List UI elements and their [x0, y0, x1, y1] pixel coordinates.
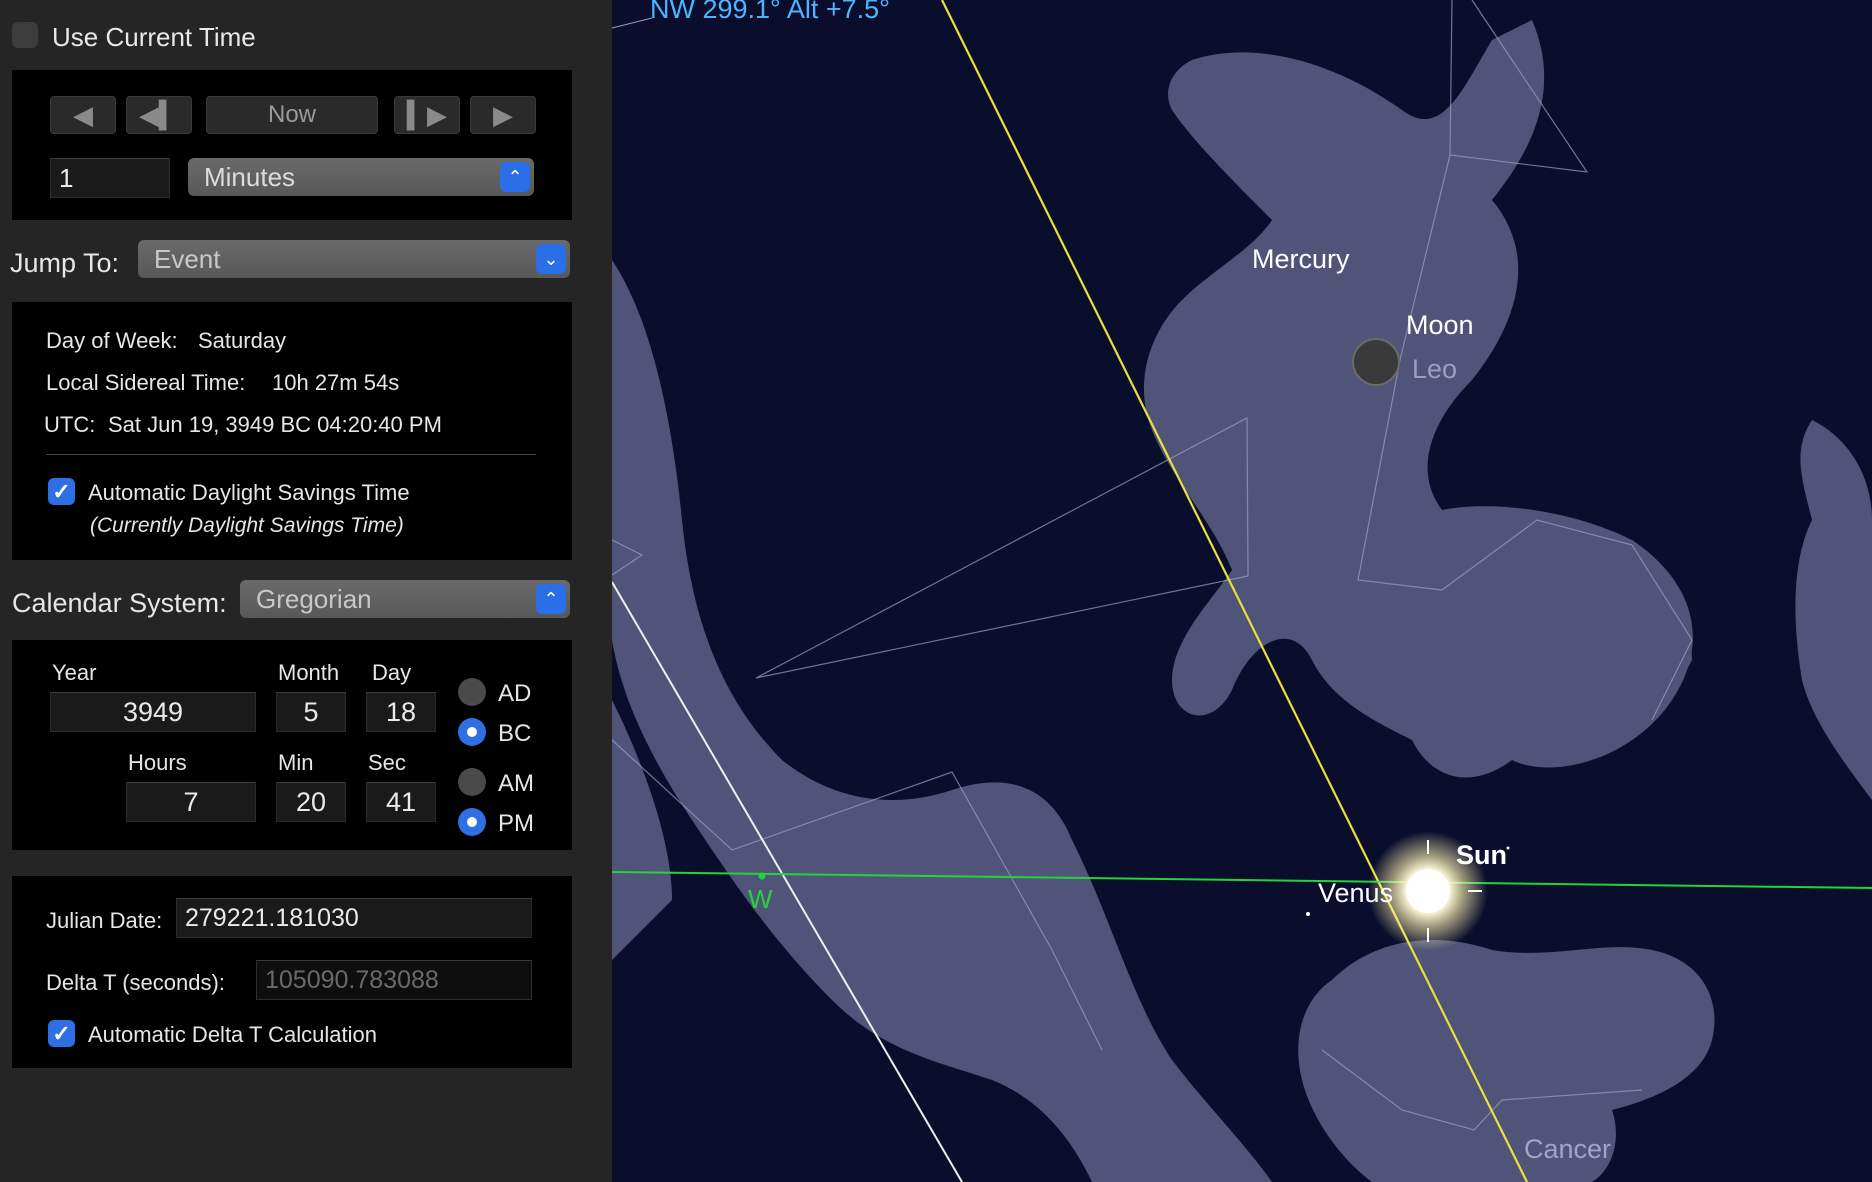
checkmark-icon: ✓ — [52, 478, 71, 504]
now-button-label: Now — [267, 101, 316, 128]
use-current-time-checkbox[interactable] — [12, 22, 38, 48]
step-back-button[interactable]: ◀▍ — [126, 96, 192, 134]
mercury-label[interactable]: Mercury — [1252, 244, 1350, 275]
constellation-art — [612, 20, 1872, 1182]
day-label: Day — [372, 660, 412, 685]
step-forward-icon: ▍▶ — [407, 99, 447, 130]
leo-label[interactable]: Leo — [1412, 354, 1457, 385]
moon-disc[interactable] — [1352, 338, 1400, 386]
min-label: Min — [278, 750, 314, 775]
sun-label[interactable]: Sun — [1456, 840, 1507, 871]
calendar-system-label: Calendar System: — [12, 588, 227, 618]
auto-delta-t-label: Automatic Delta T Calculation — [88, 1022, 377, 1047]
sky-view[interactable]: NW 299.1° Alt +7.5° Mercury Moon Leo Sun… — [612, 0, 1872, 1182]
jump-to-label: Jump To: — [10, 248, 120, 278]
use-current-time-label: Use Current Time — [52, 22, 256, 52]
venus-dot[interactable] — [1306, 912, 1310, 916]
am-label: AM — [498, 770, 534, 797]
day-input[interactable]: 18 — [366, 692, 436, 732]
auto-delta-t-checkbox[interactable]: ✓ — [48, 1020, 75, 1047]
west-marker — [758, 872, 766, 880]
sun-disc[interactable] — [1406, 869, 1450, 913]
jump-to-value: Event — [154, 243, 221, 274]
am-radio[interactable] — [458, 768, 486, 796]
julian-date-input[interactable]: 279221.181030 — [176, 898, 532, 938]
datetime-box: Year Month Day 3949 5 18 AD BC Hours Min… — [12, 640, 572, 850]
time-info-box: Day of Week: Saturday Local Sidereal Tim… — [12, 302, 572, 560]
julian-date-label: Julian Date: — [46, 908, 163, 933]
time-panel: Use Current Time ◀ ◀▍ Now ▍▶ ▶ 1 Minutes… — [0, 0, 612, 1182]
triangle-lines — [755, 417, 1249, 679]
cancer-label[interactable]: Cancer — [1524, 1134, 1611, 1165]
checkmark-icon: ✓ — [52, 1020, 71, 1046]
hours-input[interactable]: 7 — [126, 782, 256, 822]
ad-radio[interactable] — [458, 678, 486, 706]
step-forward-fast-button[interactable]: ▶ — [470, 96, 536, 134]
hours-label: Hours — [128, 750, 187, 775]
sec-label: Sec — [368, 750, 406, 775]
delta-t-label: Delta T (seconds): — [46, 970, 225, 995]
month-input[interactable]: 5 — [276, 692, 346, 732]
updown-chevron-icon: ⌃ — [536, 584, 566, 614]
day-of-week-value: Saturday — [198, 328, 287, 353]
direction-readout: NW 299.1° Alt +7.5° — [650, 0, 890, 24]
play-back-icon: ◀ — [73, 99, 93, 130]
jump-to-select[interactable]: Event ⌄ — [138, 240, 570, 278]
readout-underline — [612, 17, 653, 29]
utc-value: Sat Jun 19, 3949 BC 04:20:40 PM — [108, 412, 442, 437]
cancer-figure — [1298, 940, 1715, 1182]
chevron-down-icon: ⌄ — [536, 244, 566, 274]
utc-label: UTC: — [44, 412, 96, 437]
min-input[interactable]: 20 — [276, 782, 346, 822]
moon-label[interactable]: Moon — [1406, 310, 1474, 341]
year-input[interactable]: 3949 — [50, 692, 256, 732]
step-back-icon: ◀▍ — [139, 99, 179, 130]
lst-value: 10h 27m 54s — [272, 370, 400, 395]
bc-label: BC — [498, 720, 532, 747]
right-figure — [1795, 420, 1872, 800]
step-unit-select[interactable]: Minutes ⌃ — [188, 158, 534, 196]
step-forward-button[interactable]: ▍▶ — [394, 96, 460, 134]
delta-t-input: 105090.783088 — [256, 960, 532, 1000]
sky-chart — [612, 0, 1872, 1182]
play-forward-icon: ▶ — [493, 99, 513, 130]
step-controls-box: ◀ ◀▍ Now ▍▶ ▶ 1 Minutes ⌃ — [12, 70, 572, 220]
auto-dst-label: Automatic Daylight Savings Time — [88, 480, 410, 505]
now-button[interactable]: Now — [206, 96, 378, 134]
dst-status: (Currently Daylight Savings Time) — [90, 514, 404, 537]
year-label: Year — [52, 660, 97, 685]
venus-label[interactable]: Venus — [1318, 878, 1393, 909]
julian-box: Julian Date: 279221.181030 Delta T (seco… — [12, 876, 572, 1068]
west-label: W — [748, 884, 773, 914]
auto-dst-checkbox[interactable]: ✓ — [48, 478, 75, 505]
calendar-system-select[interactable]: Gregorian ⌃ — [240, 580, 570, 618]
info-divider — [46, 454, 536, 455]
lst-label: Local Sidereal Time: — [46, 370, 246, 395]
month-label: Month — [278, 660, 340, 685]
day-of-week-label: Day of Week: — [46, 328, 178, 353]
updown-chevron-icon: ⌃ — [500, 162, 530, 192]
calendar-system-value: Gregorian — [256, 583, 372, 614]
step-value-input[interactable]: 1 — [50, 158, 170, 198]
ad-label: AD — [498, 680, 532, 707]
pm-radio[interactable] — [458, 808, 486, 836]
step-back-fast-button[interactable]: ◀ — [50, 96, 116, 134]
sec-input[interactable]: 41 — [366, 782, 436, 822]
bc-radio[interactable] — [458, 718, 486, 746]
step-unit-value: Minutes — [204, 161, 296, 192]
pm-label: PM — [498, 810, 534, 837]
